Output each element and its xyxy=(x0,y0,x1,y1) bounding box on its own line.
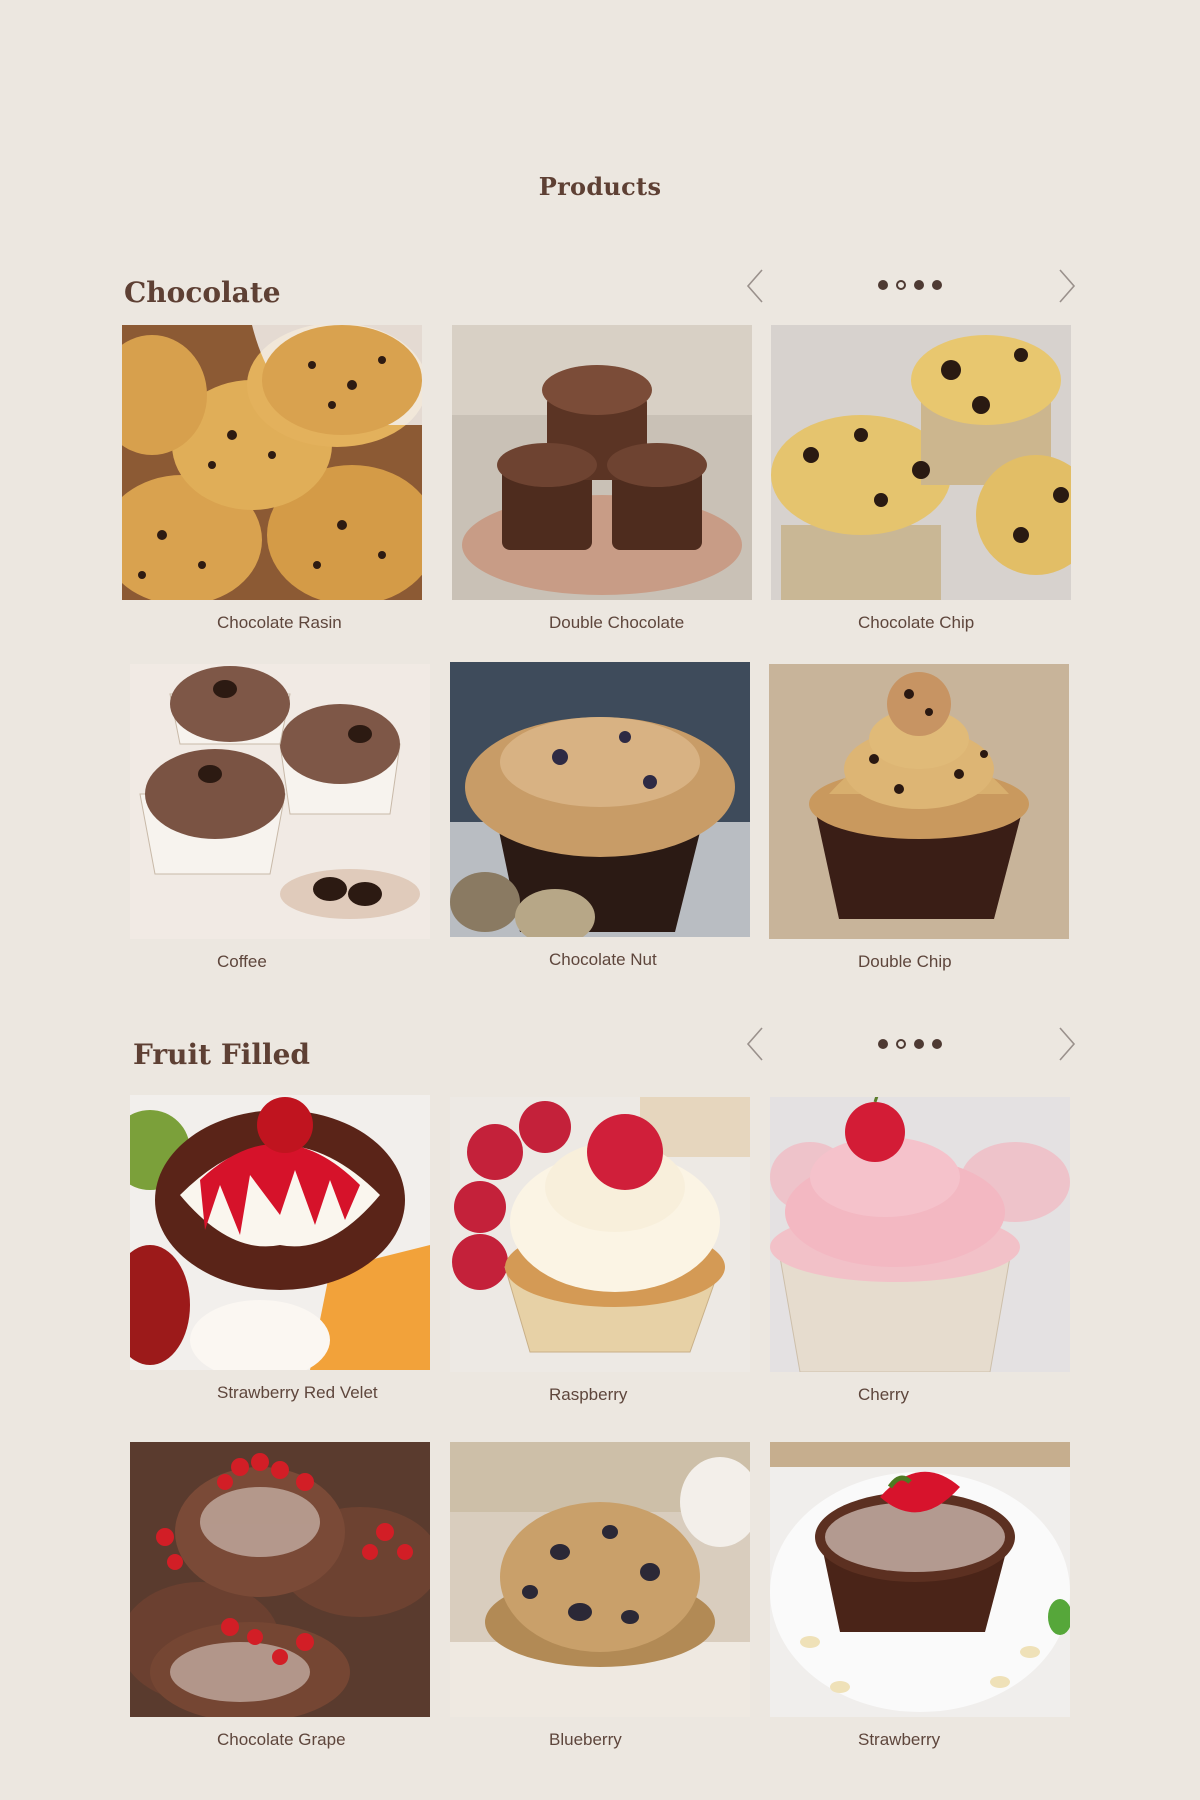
fruit-carousel-dots xyxy=(878,1039,942,1049)
chevron-right-icon xyxy=(1059,1027,1076,1061)
product-card[interactable]: Coffee xyxy=(130,664,430,971)
product-image[interactable] xyxy=(771,325,1071,600)
chocolate-carousel-dots xyxy=(878,280,942,290)
product-name[interactable]: Blueberry xyxy=(549,1730,622,1750)
carousel-dot[interactable] xyxy=(932,280,942,290)
fruit-prev-button[interactable] xyxy=(744,1024,768,1064)
product-name[interactable]: Cherry xyxy=(858,1385,909,1405)
product-card[interactable]: Chocolate Grape xyxy=(130,1442,430,1749)
product-image[interactable] xyxy=(769,664,1069,939)
section-title-fruit-filled: Fruit Filled xyxy=(133,1038,310,1071)
carousel-dot-active[interactable] xyxy=(896,280,906,290)
product-card[interactable]: Raspberry xyxy=(450,1097,750,1404)
product-name[interactable]: Double Chip xyxy=(858,952,952,972)
fruit-next-button[interactable] xyxy=(1054,1024,1078,1064)
product-card[interactable]: Double Chocolate xyxy=(452,325,752,632)
product-card[interactable]: Chocolate Nut xyxy=(450,662,750,969)
chocolate-prev-button[interactable] xyxy=(744,266,768,306)
product-image[interactable] xyxy=(770,1097,1070,1372)
product-name[interactable]: Coffee xyxy=(217,952,267,972)
chevron-left-icon xyxy=(746,1027,763,1061)
section-title-chocolate: Chocolate xyxy=(124,276,281,309)
product-card[interactable]: Chocolate Chip xyxy=(771,325,1071,632)
product-card[interactable]: Chocolate Rasin xyxy=(122,325,422,632)
chevron-right-icon xyxy=(1059,269,1076,303)
product-name[interactable]: Chocolate Nut xyxy=(549,950,657,970)
product-name[interactable]: Raspberry xyxy=(549,1385,627,1405)
product-image[interactable] xyxy=(450,1442,750,1717)
product-name[interactable]: Strawberry xyxy=(858,1730,940,1750)
product-card[interactable]: Strawberry Red Velet xyxy=(130,1095,430,1402)
product-card[interactable]: Cherry xyxy=(770,1097,1070,1404)
carousel-dot-active[interactable] xyxy=(896,1039,906,1049)
product-image[interactable] xyxy=(122,325,422,600)
product-image[interactable] xyxy=(130,1095,430,1370)
product-name[interactable]: Double Chocolate xyxy=(549,613,684,633)
chevron-left-icon xyxy=(746,269,763,303)
product-image[interactable] xyxy=(130,664,430,939)
product-image[interactable] xyxy=(770,1442,1070,1717)
carousel-dot[interactable] xyxy=(914,1039,924,1049)
product-card[interactable]: Double Chip xyxy=(769,664,1069,971)
product-image[interactable] xyxy=(452,325,752,600)
product-card[interactable]: Strawberry xyxy=(770,1442,1070,1749)
chocolate-next-button[interactable] xyxy=(1054,266,1078,306)
product-image[interactable] xyxy=(450,662,750,937)
product-card[interactable]: Blueberry xyxy=(450,1442,750,1749)
carousel-dot[interactable] xyxy=(932,1039,942,1049)
product-image[interactable] xyxy=(130,1442,430,1717)
product-name[interactable]: Chocolate Rasin xyxy=(217,613,342,633)
product-name[interactable]: Strawberry Red Velet xyxy=(217,1383,378,1403)
page-title: Products xyxy=(538,172,662,201)
product-image[interactable] xyxy=(450,1097,750,1372)
product-name[interactable]: Chocolate Grape xyxy=(217,1730,346,1750)
carousel-dot[interactable] xyxy=(878,280,888,290)
carousel-dot[interactable] xyxy=(914,280,924,290)
carousel-dot[interactable] xyxy=(878,1039,888,1049)
product-name[interactable]: Chocolate Chip xyxy=(858,613,974,633)
